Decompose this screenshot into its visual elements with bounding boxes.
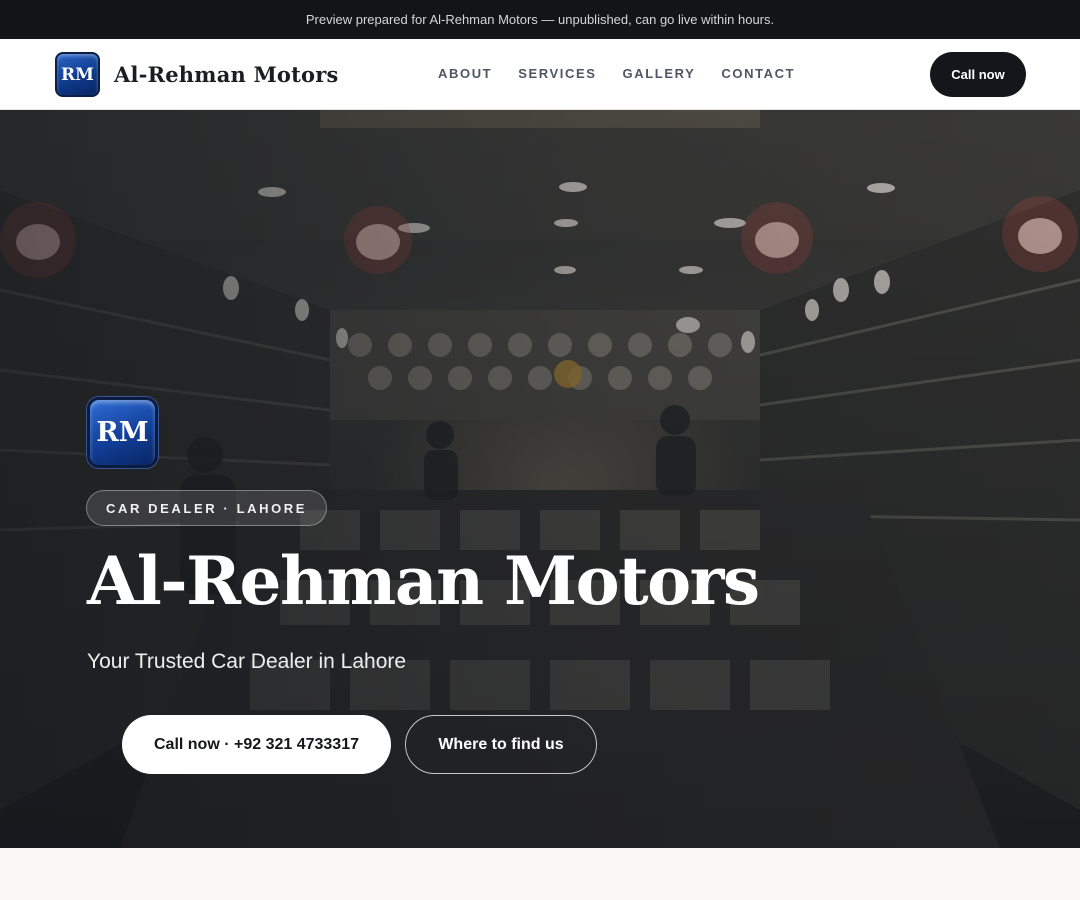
- hero-section: RM CAR DEALER · LAHORE Al-Rehman Motors …: [0, 110, 1080, 848]
- main-nav: ABOUT SERVICES GALLERY CONTACT: [438, 66, 821, 81]
- hero-subtitle: Your Trusted Car Dealer in Lahore: [87, 650, 407, 673]
- call-phone-button[interactable]: Call now · +92 321 4733317: [122, 715, 391, 774]
- preview-banner-text: Preview prepared for Al-Rehman Motors — …: [305, 12, 775, 27]
- brand[interactable]: RM Al-Rehman Motors: [55, 52, 339, 97]
- nav-link-services[interactable]: SERVICES: [518, 66, 596, 81]
- category-tag: CAR DEALER · LAHORE: [86, 490, 328, 526]
- brand-name[interactable]: Al-Rehman Motors: [114, 62, 339, 87]
- hero-logo: RM: [87, 397, 158, 468]
- preview-banner: Preview prepared for Al-Rehman Motors — …: [0, 0, 1080, 39]
- nav-link-about[interactable]: ABOUT: [438, 66, 492, 81]
- site-header: RM Al-Rehman Motors ABOUT SERVICES GALLE…: [0, 39, 1080, 110]
- nav-link-gallery[interactable]: GALLERY: [623, 66, 696, 81]
- nav-link-contact[interactable]: CONTACT: [721, 66, 795, 81]
- brand-logo[interactable]: RM: [55, 52, 100, 97]
- find-us-button[interactable]: Where to find us: [405, 715, 597, 774]
- hero-title: Al-Rehman Motors: [87, 542, 760, 620]
- next-section: [0, 848, 1080, 900]
- call-now-button[interactable]: Call now: [930, 52, 1026, 97]
